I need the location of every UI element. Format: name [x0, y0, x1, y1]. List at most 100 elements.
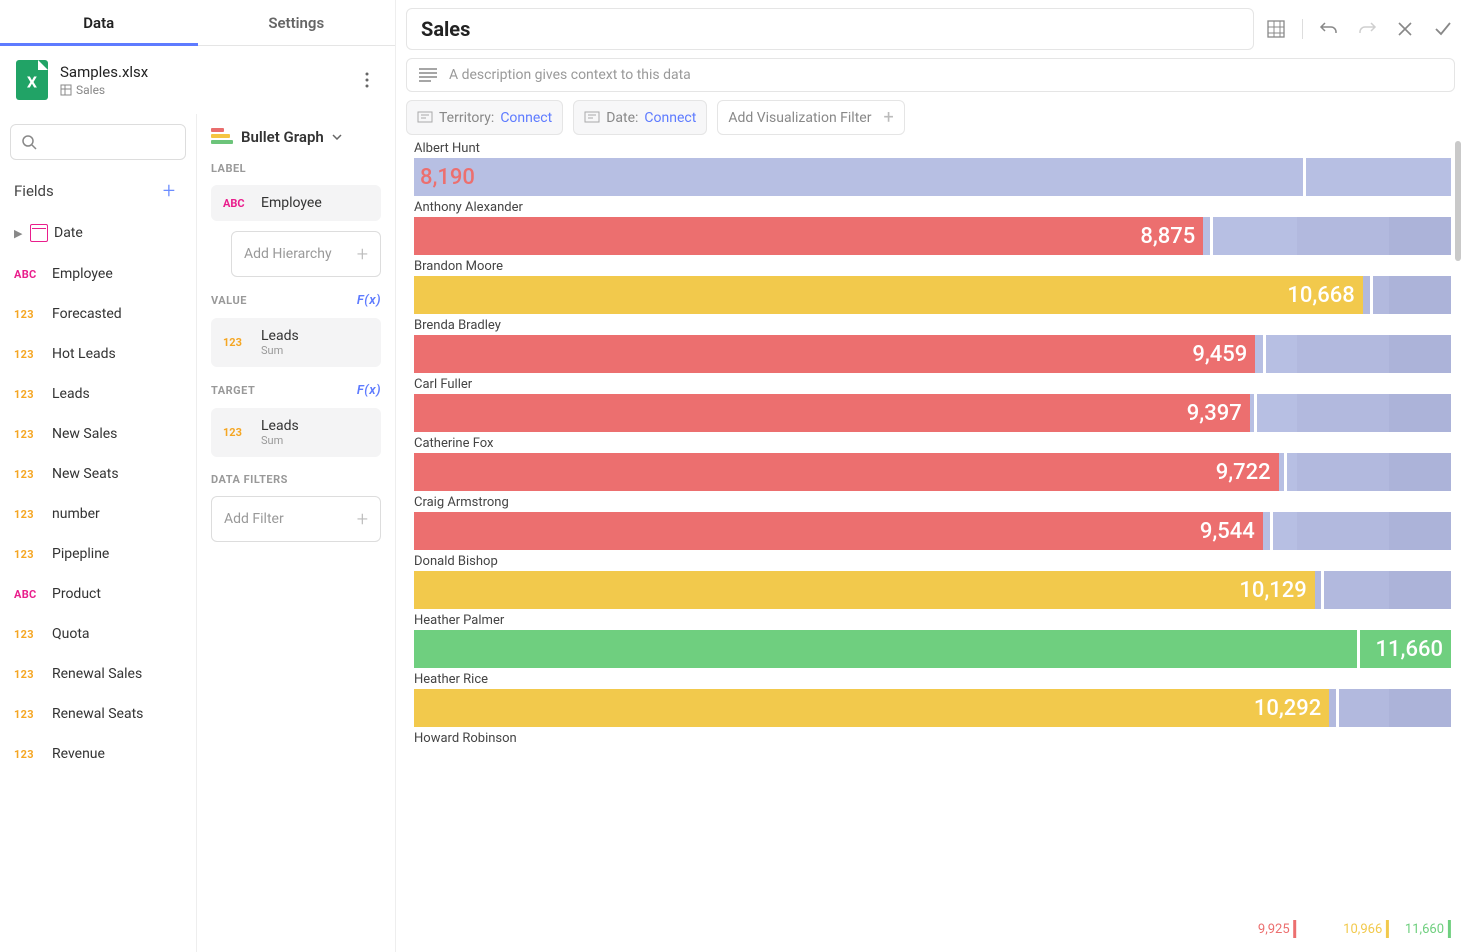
bullet-row: Howard Robinson	[414, 731, 1451, 746]
excel-file-icon	[16, 60, 48, 100]
bullet-bar[interactable]: 11,660	[414, 630, 1451, 668]
field-item[interactable]: 123Renewal Sales	[0, 654, 196, 694]
label-field-chip[interactable]: ABC Employee	[211, 185, 381, 221]
bullet-row: Heather Palmer11,660	[414, 613, 1451, 668]
bullet-label: Anthony Alexander	[414, 200, 1451, 215]
target-tick	[1263, 333, 1266, 375]
add-hierarchy-button[interactable]: Add Hierarchy+	[231, 231, 381, 277]
bullet-row: Brenda Bradley9,459	[414, 318, 1451, 373]
field-label: Forecasted	[52, 306, 122, 322]
target-tick	[1303, 156, 1306, 198]
filter-icon	[417, 111, 433, 125]
datasource-row: Samples.xlsx Sales	[0, 46, 395, 114]
description-input[interactable]: A description gives context to this data	[406, 58, 1455, 92]
legend-item: 10,966	[1343, 920, 1389, 938]
bullet-fill: 10,292	[414, 689, 1329, 727]
field-item[interactable]: ABC Employee	[0, 254, 196, 294]
bullet-label: Albert Hunt	[414, 141, 1451, 156]
confirm-icon[interactable]	[1431, 17, 1455, 41]
bullet-fill: 8,875	[414, 217, 1203, 255]
target-field-chip[interactable]: 123 LeadsSum	[211, 408, 381, 457]
bullet-label: Donald Bishop	[414, 554, 1451, 569]
field-item[interactable]: 123Quota	[0, 614, 196, 654]
fx-button[interactable]: F(x)	[357, 383, 381, 398]
fx-button[interactable]: F(x)	[357, 293, 381, 308]
undo-icon[interactable]	[1317, 17, 1341, 41]
bullet-fill: 10,129	[414, 571, 1315, 609]
tab-data[interactable]: Data	[0, 0, 198, 45]
field-label: Pipepline	[52, 546, 109, 562]
bullet-label: Brandon Moore	[414, 259, 1451, 274]
target-tick	[1370, 274, 1373, 316]
number-type-icon: 123	[14, 748, 42, 761]
connect-link[interactable]: Connect	[644, 110, 696, 126]
section-target: TARGET F(x)	[211, 383, 381, 398]
text-type-icon: ABC	[14, 588, 42, 601]
territory-filter[interactable]: Territory: Connect	[406, 100, 563, 135]
field-label: Employee	[52, 266, 113, 282]
bullet-bar[interactable]: 10,668	[414, 276, 1451, 314]
field-label: New Seats	[52, 466, 119, 482]
visualization-type-picker[interactable]: Bullet Graph	[211, 128, 381, 146]
bullet-bar[interactable]: 10,292	[414, 689, 1451, 727]
text-type-icon: ABC	[223, 197, 251, 210]
bullet-label: Carl Fuller	[414, 377, 1451, 392]
section-value: VALUE F(x)	[211, 293, 381, 308]
number-type-icon: 123	[14, 388, 42, 401]
target-tick	[1270, 510, 1273, 552]
bullet-row: Catherine Fox9,722	[414, 436, 1451, 491]
field-item[interactable]: 123Forecasted	[0, 294, 196, 334]
connect-link[interactable]: Connect	[500, 110, 552, 126]
field-item[interactable]: 123number	[0, 494, 196, 534]
text-type-icon: ABC	[14, 268, 42, 281]
value-field-chip[interactable]: 123 LeadsSum	[211, 318, 381, 367]
bullet-bar[interactable]: 9,722	[414, 453, 1451, 491]
field-item[interactable]: 123New Sales	[0, 414, 196, 454]
grid-view-icon[interactable]	[1264, 17, 1288, 41]
scrollbar[interactable]	[1455, 141, 1461, 261]
field-item[interactable]: ABCProduct	[0, 574, 196, 614]
fields-header: Fields	[14, 182, 54, 200]
bullet-row: Heather Rice10,292	[414, 672, 1451, 727]
bullet-bar[interactable]: 8,875	[414, 217, 1451, 255]
bullet-bar[interactable]: 10,129	[414, 571, 1451, 609]
bullet-fill: 9,544	[414, 512, 1263, 550]
number-type-icon: 123	[223, 426, 251, 439]
chevron-right-icon: ▶	[14, 227, 24, 240]
number-type-icon: 123	[14, 468, 42, 481]
close-icon[interactable]	[1393, 17, 1417, 41]
bullet-bar[interactable]: 9,544	[414, 512, 1451, 550]
search-icon	[21, 134, 37, 150]
field-item[interactable]: 123 New Seats	[0, 454, 196, 494]
bullet-bar[interactable]: 8,190	[414, 158, 1451, 196]
datasource-title: Samples.xlsx	[60, 63, 148, 81]
field-item[interactable]: 123Hot Leads	[0, 334, 196, 374]
target-tick	[1357, 628, 1360, 670]
bullet-fill: 9,459	[414, 335, 1255, 373]
field-label: Renewal Seats	[52, 706, 143, 722]
add-field-button[interactable]: +	[156, 178, 182, 204]
bullet-row: Anthony Alexander 8,875	[414, 200, 1451, 255]
bullet-label: Craig Armstrong	[414, 495, 1451, 510]
field-item[interactable]: 123Revenue	[0, 734, 196, 774]
field-item-date[interactable]: ▶Date	[0, 212, 196, 254]
bullet-bar[interactable]: 9,397	[414, 394, 1451, 432]
add-filter-button[interactable]: Add Filter+	[211, 496, 381, 542]
visualization-title-input[interactable]	[406, 8, 1254, 50]
bullet-bar[interactable]: 9,459	[414, 335, 1451, 373]
legend-item: 9,925	[1258, 920, 1297, 938]
bullet-graph-icon	[211, 128, 233, 146]
add-visualization-filter-button[interactable]: Add Visualization Filter+	[717, 100, 904, 135]
datasource-more-icon[interactable]	[355, 68, 379, 92]
legend-item: 11,660	[1405, 920, 1451, 938]
target-tick	[1321, 569, 1324, 611]
section-label: LABEL	[211, 162, 381, 175]
date-filter[interactable]: Date: Connect	[573, 100, 707, 135]
search-input[interactable]	[10, 124, 186, 160]
field-item[interactable]: 123Leads	[0, 374, 196, 414]
field-item[interactable]: 123Pipepline	[0, 534, 196, 574]
tab-settings[interactable]: Settings	[198, 0, 396, 45]
redo-icon[interactable]	[1355, 17, 1379, 41]
field-item[interactable]: 123Renewal Seats	[0, 694, 196, 734]
bullet-row: Craig Armstrong 9,544	[414, 495, 1451, 550]
